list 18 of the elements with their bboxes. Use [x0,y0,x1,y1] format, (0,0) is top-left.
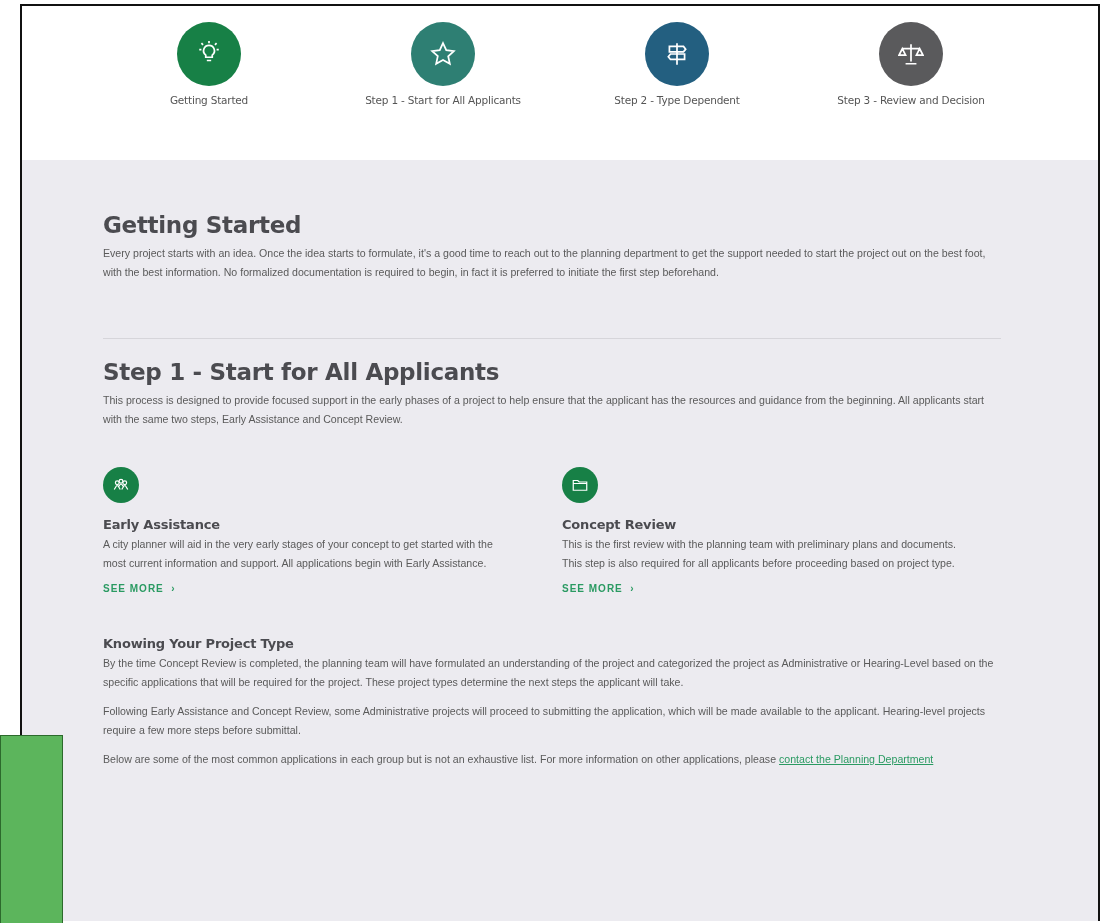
step-label[interactable]: Step 2 - Type Dependent [614,94,740,106]
step-label[interactable]: Getting Started [169,94,249,106]
paragraph: By the time Concept Review is completed, the planning team will have formulated an understanding of the project and categorized the project as Administrative or Hearing-Level based on the specific applications that will be required for the project. These project types determine the next steps the applicant will take. [103,656,995,690]
subsection-heading: Knowing Your Project Type [103,636,295,651]
card-text: A city planner will aid in the very early stages of your concept to get started with the most current information and support. All applications begin with Early Assistance. [103,537,494,571]
card-title: Early Assistance [103,517,221,532]
card-text: This is the first review with the planning team with preliminary plans and documents. This step is also required for all applicants before proceeding based on project type. [562,537,957,571]
section-heading: Step 1 - Start for All Applicants [103,359,501,385]
card-title: Concept Review [562,517,678,532]
scales-icon [898,41,924,67]
paragraph: Following Early Assistance and Concept Review, some Administrative projects will proceed to submitting the application, which will be made available to the applicant. Hearing-level projects require a few more steps before submittal. [103,704,987,738]
section-text: This process is designed to provide focused support in the early phases of a project to help ensure that the applicant has the resources and guidance from the beginning. All applicants start with the same two steps, Early Assistance and Concept Review. [103,393,985,427]
section-heading: Getting Started [103,212,303,238]
section-text: Every project starts with an idea. Once the idea starts to formulate, it's a good time to reach out to the planning department to get the support needed to start the project out on the best foot, with the best information. No formalized documentation is required to begin, in fact it is preferred to initiate the first step beforehand. [103,246,987,280]
star-icon [430,41,456,67]
paragraph: Below are some of the most common applications in each group but is not an exhaustive list. For more information on other applications, please contact the Planning Department [103,752,935,767]
step-label[interactable]: Step 3 - Review and Decision [837,94,985,106]
step-label[interactable]: Step 1 - Start for All Applicants [365,94,521,106]
